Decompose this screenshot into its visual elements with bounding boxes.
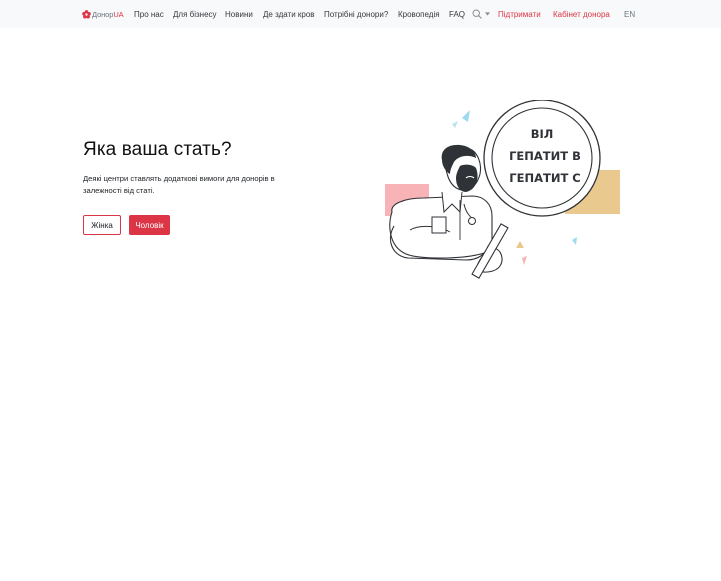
lens-line-hepatitis-b: ГЕПАТИТ В [509, 149, 581, 163]
page-title: Яка ваша стать? [83, 139, 232, 160]
doctor-magnifier-illustration: ВІЛ ГЕПАТИТ В ГЕПАТИТ С [385, 100, 620, 279]
male-button[interactable]: Чоловік [129, 215, 170, 235]
top-navbar: ДонорUA Про нас Для бізнесу Новини Де зд… [0, 0, 721, 28]
lens-line-hepatitis-c: ГЕПАТИТ С [509, 171, 580, 185]
blue-triangle-small [452, 121, 458, 128]
female-button[interactable]: Жінка [83, 215, 121, 235]
support-link[interactable]: Підтримати [498, 10, 541, 19]
chevron-down-icon[interactable] [485, 12, 490, 16]
nav-item-donors-needed[interactable]: Потрібні донори? [324, 10, 388, 19]
nav-item-faq[interactable]: FAQ [449, 10, 465, 19]
nav-item-business[interactable]: Для бізнесу [173, 10, 217, 19]
nav-item-bloodpedia[interactable]: Кровопедія [398, 10, 440, 19]
blue-triangle-right [572, 237, 577, 245]
sand-triangle [516, 241, 524, 248]
pink-triangle [522, 256, 527, 265]
nav-item-where-donate[interactable]: Де здати кров [263, 10, 315, 19]
blue-triangle-top [462, 110, 470, 122]
page-description: Деякі центри ставлять додаткові вимоги д… [83, 174, 275, 195]
search-icon[interactable] [472, 9, 482, 19]
logo[interactable]: ДонорUA [82, 9, 124, 20]
nav-item-news[interactable]: Новини [225, 10, 253, 19]
logo-text: ДонорUA [92, 10, 124, 19]
language-switch[interactable]: EN [624, 10, 635, 19]
flower-logo-icon [82, 10, 91, 19]
nav-item-about[interactable]: Про нас [134, 10, 164, 19]
lens-line-hiv: ВІЛ [531, 127, 554, 141]
donor-cabinet-link[interactable]: Кабінет донора [553, 10, 610, 19]
